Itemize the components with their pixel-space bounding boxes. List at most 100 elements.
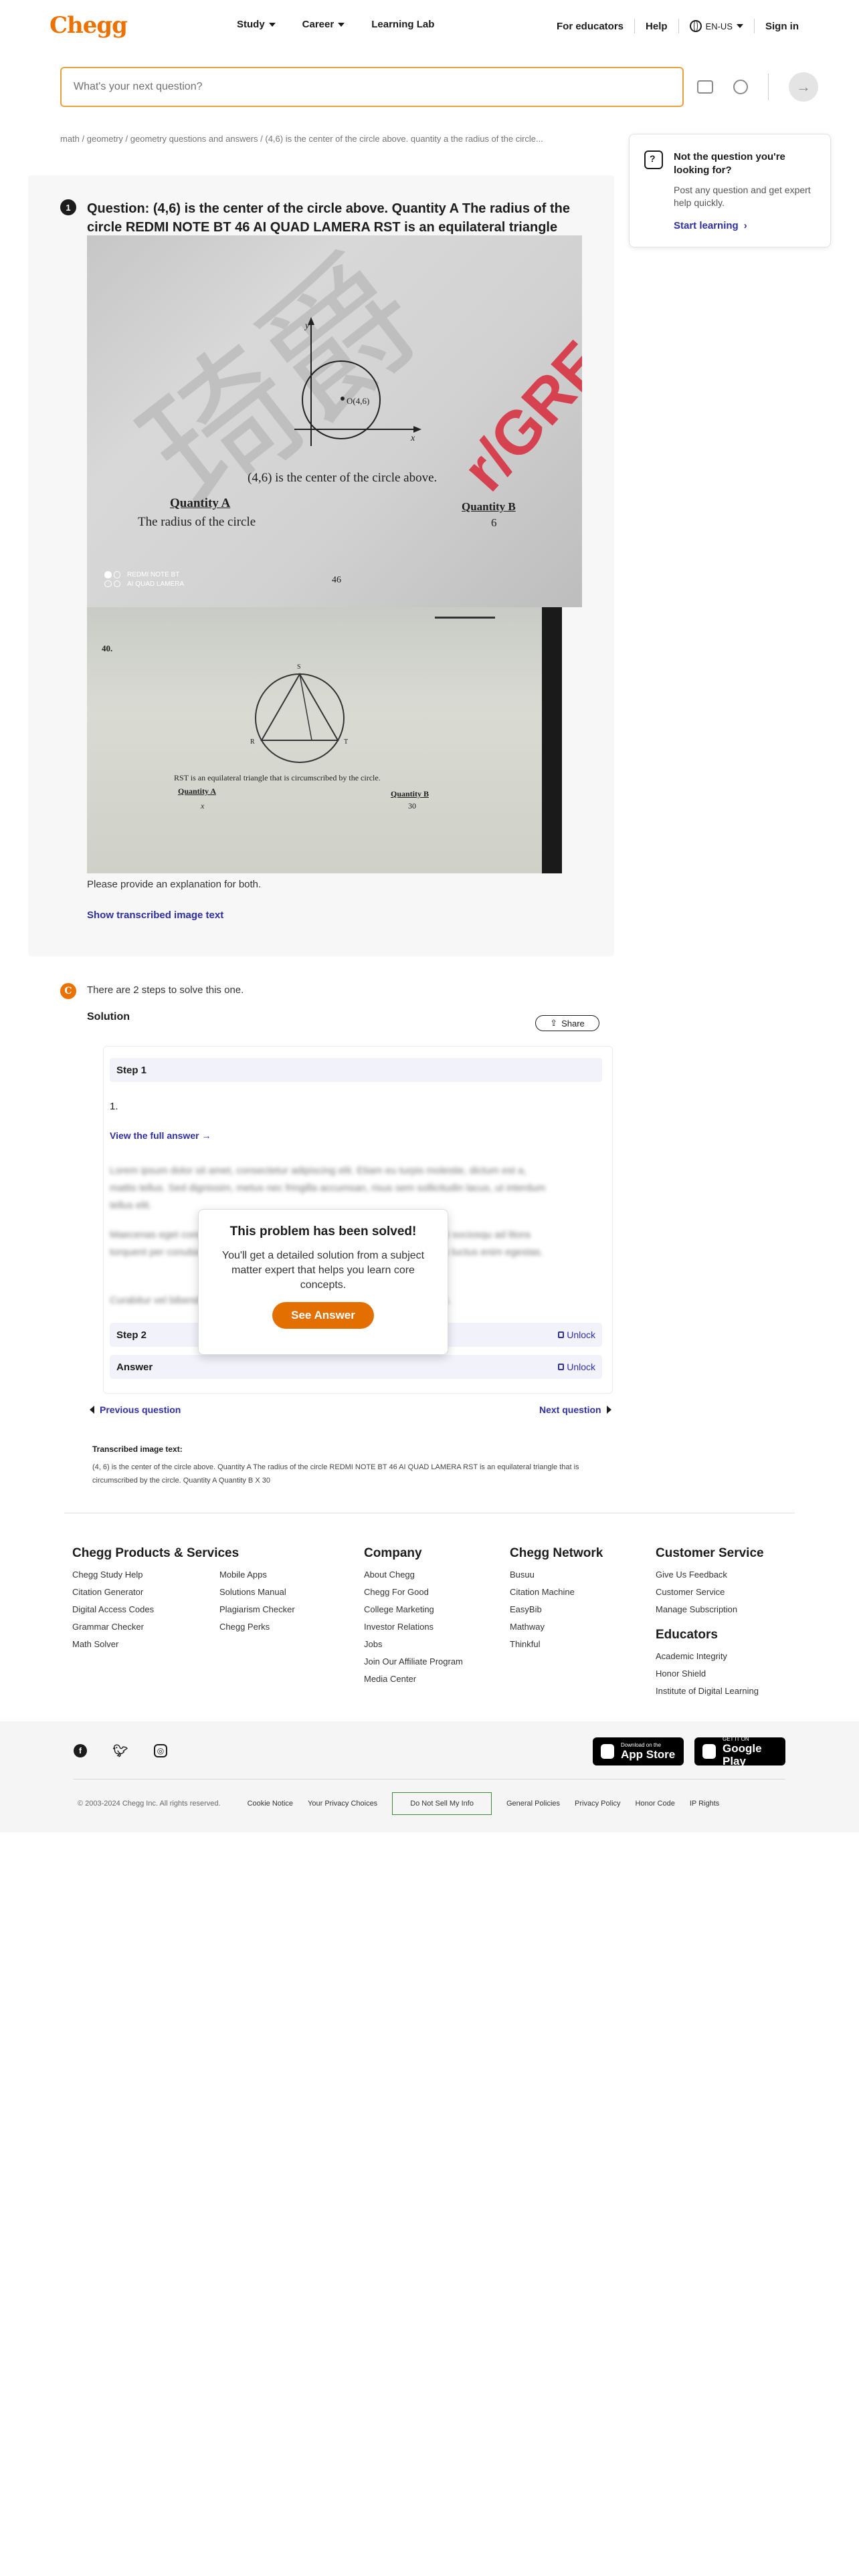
search-placeholder: What's your next question? <box>74 81 203 92</box>
footer-link[interactable]: About Chegg <box>364 1566 463 1584</box>
footer-company-title: Company <box>364 1546 422 1560</box>
footer-link[interactable]: Investor Relations <box>364 1618 463 1636</box>
image2-quantity-a-label: Quantity A <box>178 786 217 796</box>
previous-question-link[interactable]: Previous question <box>90 1404 181 1415</box>
footer-link[interactable]: Solutions Manual <box>219 1584 295 1601</box>
footer-link[interactable]: College Marketing <box>364 1601 463 1618</box>
search-tools: → <box>697 67 818 107</box>
image-upload-icon[interactable] <box>697 80 713 94</box>
footer-link[interactable]: Grammar Checker <box>72 1618 219 1636</box>
twitter-icon[interactable]: 🐦︎ <box>113 1744 128 1757</box>
legal-link[interactable]: Privacy Policy <box>575 1800 620 1808</box>
lock-icon <box>558 1364 565 1370</box>
app-store-small: Download on the <box>621 1742 662 1748</box>
legal-link[interactable]: General Policies <box>506 1800 560 1808</box>
app-store-button[interactable]: Download on the App Store <box>593 1737 684 1765</box>
footer-link[interactable]: Give Us Feedback <box>656 1566 764 1584</box>
step-2-unlock[interactable]: Unlock <box>558 1329 595 1340</box>
share-icon: ⇪ <box>550 1018 558 1028</box>
footer-products-col1: Chegg Study Help Citation Generator Digi… <box>72 1566 219 1653</box>
chegg-logo[interactable]: Chegg <box>50 12 128 39</box>
footer-link[interactable]: EasyBib <box>510 1601 603 1618</box>
view-full-answer-link[interactable]: View the full answer → <box>110 1130 211 1141</box>
search-submit-button[interactable]: → <box>789 72 818 102</box>
breadcrumb[interactable]: math / geometry / geometry questions and… <box>60 134 609 144</box>
answer-unlock[interactable]: Unlock <box>558 1362 595 1372</box>
footer-link[interactable]: Plagiarism Checker <box>219 1601 295 1618</box>
for-educators-link[interactable]: For educators <box>557 21 624 32</box>
see-answer-button[interactable]: See Answer <box>272 1302 374 1329</box>
legal-link[interactable]: Do Not Sell My Info <box>392 1792 492 1815</box>
footer-link[interactable]: Busuu <box>510 1566 603 1584</box>
step-1-header: Step 1 <box>110 1058 602 1082</box>
footer-link[interactable]: Customer Service <box>656 1584 764 1601</box>
arrow-right-icon: → <box>796 78 811 95</box>
facebook-icon[interactable]: f <box>74 1744 87 1757</box>
nav-learning-lab[interactable]: Learning Lab <box>371 19 434 30</box>
footer-link[interactable]: Jobs <box>364 1636 463 1653</box>
triangle-diagram <box>255 672 345 763</box>
share-button[interactable]: ⇪ Share <box>535 1015 599 1031</box>
footer-link[interactable]: Media Center <box>364 1671 463 1688</box>
legal-link[interactable]: Your Privacy Choices <box>308 1800 377 1808</box>
question-image-2[interactable]: 40. S R T RST is an equilateral triangle… <box>87 607 562 873</box>
chevron-down-icon <box>737 24 743 28</box>
footer-products-col2: Mobile Apps Solutions Manual Plagiarism … <box>219 1566 295 1653</box>
image1-quantity-a-text: The radius of the circle <box>138 515 256 529</box>
phone-watermark-line1: REDMI NOTE BT <box>127 571 180 578</box>
nav-career[interactable]: Career <box>302 19 345 30</box>
nav-study[interactable]: Study <box>237 19 276 30</box>
image2-quantity-b-label: Quantity B <box>391 789 430 798</box>
help-link[interactable]: Help <box>646 21 668 32</box>
footer-link[interactable]: Citation Machine <box>510 1584 603 1601</box>
image1-quantity-b-value: 6 <box>491 516 497 529</box>
next-question-label: Next question <box>539 1404 601 1415</box>
image1-caption: (4,6) is the center of the circle above. <box>248 471 438 485</box>
google-play-button[interactable]: GET IT ON Google Play <box>694 1736 785 1767</box>
footer-link[interactable]: Manage Subscription <box>656 1601 764 1618</box>
right-nav: For educators Help EN-US Sign in <box>557 19 799 33</box>
axis-y-label: y <box>305 321 310 331</box>
footer-link[interactable]: Mobile Apps <box>219 1566 295 1584</box>
footer-service-title: Customer Service <box>656 1546 764 1560</box>
vertex-s-label: S <box>297 663 301 671</box>
footer-link[interactable]: Math Solver <box>72 1636 219 1653</box>
step-2-label: Step 2 <box>116 1329 147 1341</box>
answer-header[interactable]: Answer Unlock <box>110 1355 602 1379</box>
sign-in-link[interactable]: Sign in <box>765 21 799 32</box>
side-card-title: Not the question you're looking for? <box>674 151 785 176</box>
search-input[interactable]: What's your next question? <box>60 67 684 107</box>
footer-service: Customer Service Give Us Feedback Custom… <box>656 1545 764 1700</box>
locale-selector[interactable]: EN-US <box>689 20 743 32</box>
footer-link[interactable]: Digital Access Codes <box>72 1601 219 1618</box>
start-learning-link[interactable]: Start learning › <box>674 220 816 231</box>
footer-link[interactable]: Chegg Perks <box>219 1618 295 1636</box>
footer-link[interactable]: Join Our Affiliate Program <box>364 1653 463 1671</box>
footer-link[interactable]: Honor Shield <box>656 1665 764 1683</box>
not-the-question-card: Not the question you're looking for? Pos… <box>629 134 831 247</box>
footer-link[interactable]: Academic Integrity <box>656 1648 764 1665</box>
nav-career-label: Career <box>302 19 335 30</box>
solved-text: You'll get a detailed solution from a su… <box>221 1250 425 1291</box>
footer-link[interactable]: Thinkful <box>510 1636 603 1653</box>
footer-link[interactable]: Chegg For Good <box>364 1584 463 1601</box>
globe-icon <box>689 20 702 32</box>
question-image-1[interactable]: 琦爵 y x O(4,6) r/GREJa (4,6) is the cente… <box>87 235 582 607</box>
chevron-right-icon: › <box>743 220 747 231</box>
math-solver-icon[interactable] <box>733 80 748 94</box>
next-question-link[interactable]: Next question <box>539 1404 611 1415</box>
footer-link[interactable]: Institute of Digital Learning <box>656 1683 764 1700</box>
divider <box>754 19 755 33</box>
footer-link[interactable]: Citation Generator <box>72 1584 219 1601</box>
footer-link[interactable]: Chegg Study Help <box>72 1566 219 1584</box>
main-nav: Study Career Learning Lab <box>237 19 434 30</box>
footer-educators-title: Educators <box>656 1628 718 1642</box>
lock-icon <box>558 1331 565 1338</box>
legal-link[interactable]: Honor Code <box>636 1800 675 1808</box>
footer-link[interactable]: Mathway <box>510 1618 603 1636</box>
legal-link[interactable]: Cookie Notice <box>248 1800 293 1808</box>
step-1-text: 1. <box>110 1101 118 1112</box>
show-transcribed-link[interactable]: Show transcribed image text <box>87 909 223 921</box>
legal-link[interactable]: IP Rights <box>690 1800 719 1808</box>
instagram-icon[interactable]: ◎ <box>154 1744 167 1757</box>
